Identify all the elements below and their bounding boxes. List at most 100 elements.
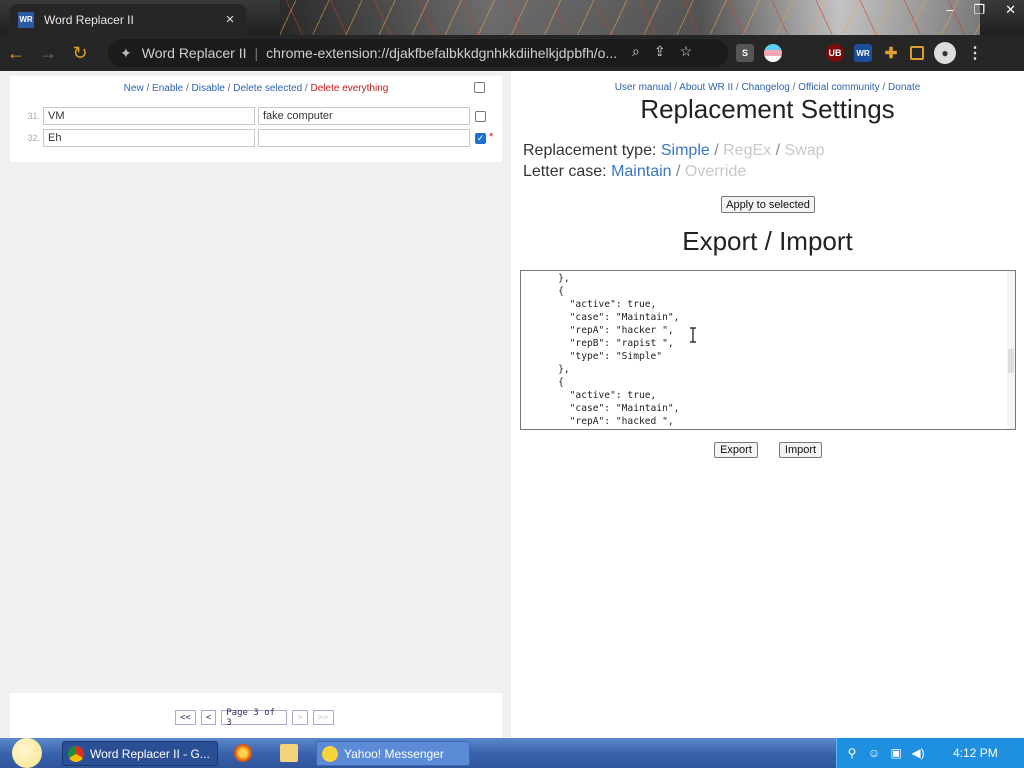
prev-page-button[interactable]: < (200, 710, 217, 725)
taskbar-item-yahoo-messenger[interactable]: Yahoo! Messenger (316, 741, 470, 766)
window-titlebar: WR Word Replacer II × – ❐ ✕ (0, 0, 1024, 35)
system-tray: ⚲ ☺ ▣ ◀) 4:12 PM (836, 738, 1024, 768)
donate-link[interactable]: Donate (888, 82, 920, 93)
type-swap-option[interactable]: Swap (785, 142, 825, 159)
top-links: User manual / About WR II / Changelog / … (614, 82, 921, 93)
json-textarea[interactable]: }, { "active": true, "case": "Maintain",… (520, 270, 1016, 430)
json-content: }, { "active": true, "case": "Maintain",… (558, 273, 680, 427)
maximize-icon[interactable]: ❐ (973, 2, 985, 18)
export-import-heading: Export / Import (682, 226, 853, 256)
s-extension-icon[interactable]: S (736, 44, 754, 62)
next-page-button[interactable]: > (292, 710, 308, 725)
replace-text-input[interactable] (258, 129, 470, 147)
page-indicator: Page 3 of 3 (221, 708, 288, 728)
profile-avatar-icon[interactable]: ● (934, 42, 956, 64)
json-scrollbar[interactable] (1007, 271, 1015, 429)
search-tray-icon[interactable]: ⚲ (845, 746, 859, 760)
zoom-search-icon[interactable]: ⌕ (632, 43, 640, 60)
theme-background (280, 0, 980, 35)
find-text-input[interactable] (43, 107, 255, 125)
replace-text-input[interactable] (258, 107, 470, 125)
extensions-puzzle-icon[interactable]: ✚ (882, 44, 900, 62)
option-separator: / (775, 142, 781, 159)
side-panel-icon[interactable] (910, 46, 924, 60)
firefox-icon[interactable] (234, 744, 252, 762)
flag-extension-icon[interactable] (764, 44, 782, 62)
changelog-link[interactable]: Changelog (741, 82, 789, 93)
delete-everything-link[interactable]: Delete everything (311, 83, 389, 94)
first-page-button[interactable]: << (175, 710, 196, 725)
back-arrow-icon[interactable]: ← (0, 37, 32, 69)
disable-link[interactable]: Disable (192, 83, 225, 94)
extension-icons: S UB WR ✚ ● ⋮ (736, 42, 984, 64)
scrollbar-thumb[interactable] (1008, 349, 1014, 373)
letter-case-label: Letter case: (523, 163, 607, 180)
yahoo-messenger-icon (322, 745, 338, 762)
window-controls: – ❐ ✕ (946, 2, 1016, 18)
clock: 4:12 PM (953, 746, 998, 760)
page-content: New / Enable / Disable / Delete selected… (0, 71, 1024, 738)
rule-row: 31. (10, 106, 502, 126)
new-rule-link[interactable]: New (124, 83, 144, 94)
taskbar-item-label: Yahoo! Messenger (344, 746, 444, 761)
close-window-icon[interactable]: ✕ (1005, 2, 1016, 18)
replacement-type-label: Replacement type: (523, 142, 657, 159)
enable-link[interactable]: Enable (152, 83, 183, 94)
pagination-card: << < Page 3 of 3 > >> (10, 693, 502, 738)
extension-puzzle-icon: ✦ (120, 44, 132, 61)
find-text-input[interactable] (43, 129, 255, 147)
user-manual-link[interactable]: User manual (615, 82, 672, 93)
delete-selected-link[interactable]: Delete selected (233, 83, 302, 94)
word-replacer-favicon-icon: WR (18, 11, 34, 28)
volume-tray-icon[interactable]: ◀) (911, 746, 925, 760)
type-regex-option[interactable]: RegEx (723, 142, 771, 159)
browser-menu-icon[interactable]: ⋮ (966, 44, 984, 62)
bookmark-star-icon[interactable]: ☆ (680, 43, 693, 60)
rule-number: 32. (27, 133, 40, 143)
select-all-checkbox[interactable] (474, 82, 485, 93)
unsaved-marker: * (489, 131, 494, 143)
option-separator: / (676, 163, 681, 180)
browser-tab[interactable]: WR Word Replacer II × (10, 4, 246, 35)
folder-icon[interactable] (280, 744, 298, 762)
import-button[interactable]: Import (779, 442, 822, 458)
rules-actions: New / Enable / Disable / Delete selected… (123, 83, 389, 94)
share-icon[interactable]: ⇪ (654, 43, 666, 60)
case-override-option[interactable]: Override (685, 163, 746, 180)
letter-case-row: Letter case: Maintain / Override (523, 163, 746, 181)
tab-title: Word Replacer II (44, 12, 134, 27)
rules-pane: New / Enable / Disable / Delete selected… (0, 71, 511, 738)
rules-card: New / Enable / Disable / Delete selected… (10, 76, 502, 162)
community-link[interactable]: Official community (798, 82, 880, 93)
reload-icon[interactable]: ↻ (64, 37, 96, 69)
chrome-icon (68, 745, 84, 762)
rule-number: 31. (27, 111, 40, 121)
pagination: << < Page 3 of 3 > >> (175, 708, 334, 728)
omnibox-actions: ⌕ ⇪ ☆ (632, 43, 692, 60)
export-button[interactable]: Export (714, 442, 758, 458)
network-tray-icon[interactable]: ▣ (889, 746, 903, 760)
taskbar-item-label: Word Replacer II - G... (90, 746, 210, 761)
case-maintain-option[interactable]: Maintain (611, 163, 671, 180)
apply-to-selected-button[interactable]: Apply to selected (721, 196, 815, 213)
type-simple-option[interactable]: Simple (661, 142, 710, 159)
address-site-name: Word Replacer II (141, 45, 247, 61)
ublock-extension-icon[interactable]: UB (826, 44, 844, 62)
address-url: chrome-extension://djakfbefalbkkdgnhkkdi… (266, 45, 618, 61)
about-link[interactable]: About WR II (679, 82, 733, 93)
browser-toolbar: ← → ↻ ✦ Word Replacer II | chrome-extens… (0, 35, 1024, 71)
os-taskbar: Word Replacer II - G... Yahoo! Messenger… (0, 738, 1024, 768)
rule-row: 32. ✓ * (10, 128, 502, 148)
start-button[interactable] (6, 738, 48, 768)
rule-select-checkbox[interactable] (475, 111, 486, 122)
minimize-icon[interactable]: – (946, 2, 953, 18)
taskbar-item-word-replacer[interactable]: Word Replacer II - G... (62, 741, 218, 766)
tab-close-icon[interactable]: × (222, 11, 238, 28)
settings-heading: Replacement Settings (640, 94, 895, 124)
forward-arrow-icon[interactable]: → (32, 37, 64, 69)
last-page-button[interactable]: >> (312, 710, 334, 725)
text-cursor-icon (690, 327, 696, 343)
messenger-tray-icon[interactable]: ☺ (867, 746, 881, 760)
rule-select-checkbox[interactable]: ✓ (475, 133, 486, 144)
word-replacer-extension-icon[interactable]: WR (854, 44, 872, 62)
